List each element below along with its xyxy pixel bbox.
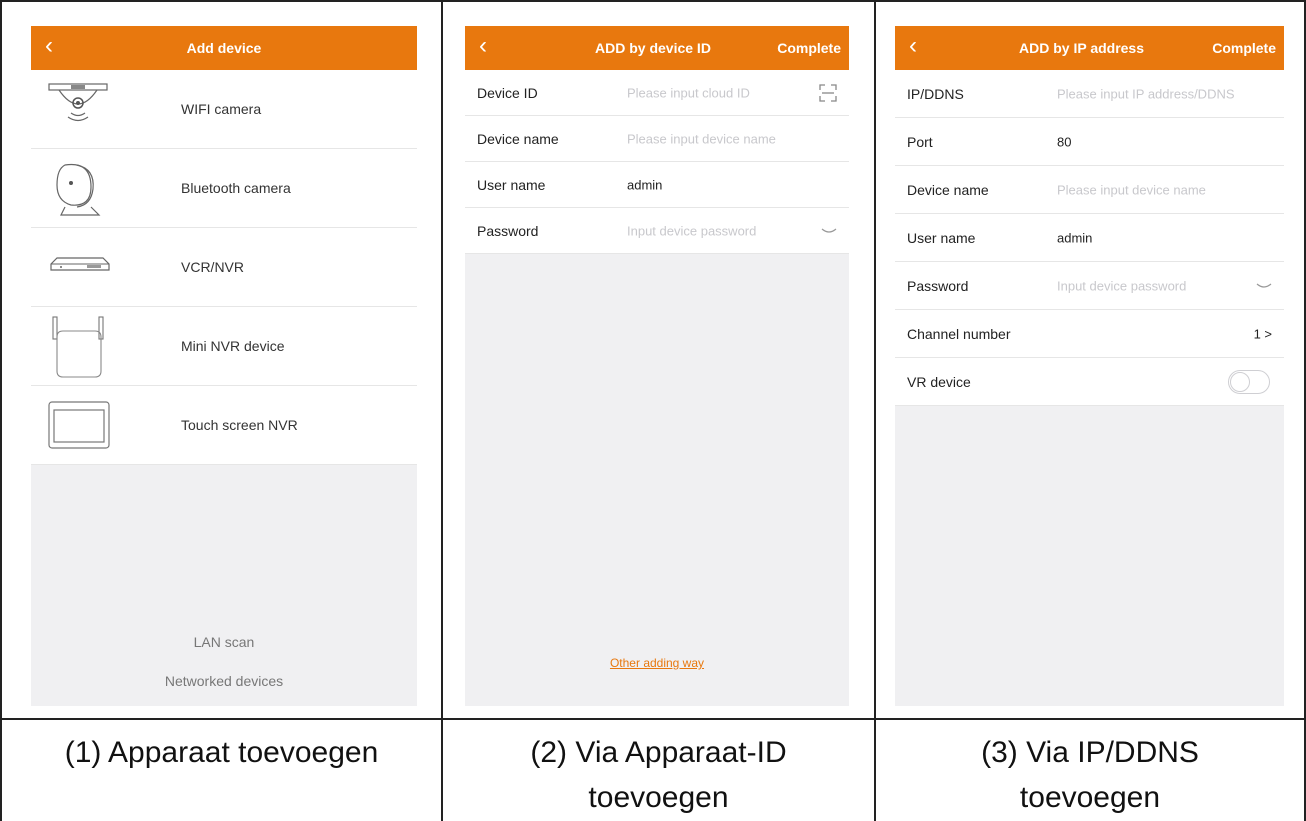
device-name-row[interactable]: Device name Please input device name — [465, 116, 849, 162]
channel-number-value: 1 > — [1253, 326, 1272, 341]
field-label: Channel number — [907, 325, 1011, 342]
field-label: Password — [907, 277, 969, 294]
eye-closed-icon[interactable] — [1256, 281, 1272, 291]
password-row[interactable]: Password Input device password — [895, 262, 1284, 310]
wifi-camera-icon — [48, 83, 108, 122]
device-name-input[interactable]: Please input device name — [627, 131, 776, 146]
nvr-recorder-icon — [50, 257, 110, 271]
add-by-ip-screen: ‹ ADD by IP address Complete IP/DDNS Ple… — [895, 26, 1284, 706]
caption-text: (3) Via IP/DDNS — [981, 736, 1199, 769]
ip-ddns-row[interactable]: IP/DDNS Please input IP address/DDNS — [895, 70, 1284, 118]
mini-nvr-icon — [52, 316, 104, 378]
device-id-row[interactable]: Device ID Please input cloud ID — [465, 70, 849, 116]
caption-text: toevoegen — [588, 781, 729, 814]
field-label: IP/DDNS — [907, 85, 964, 102]
device-type-label: Bluetooth camera — [181, 180, 291, 196]
device-name-row[interactable]: Device name Please input device name — [895, 166, 1284, 214]
port-row[interactable]: Port 80 — [895, 118, 1284, 166]
field-label: VR device — [907, 373, 971, 390]
bluetooth-camera-icon — [56, 163, 101, 216]
qr-scan-icon[interactable] — [819, 84, 837, 102]
caption-1: (1) Apparaat toevoegen — [2, 730, 441, 775]
caption-divider — [0, 718, 1306, 720]
complete-button[interactable]: Complete — [777, 40, 841, 56]
device-type-mini-nvr[interactable]: Mini NVR device — [31, 307, 417, 386]
device-name-input[interactable]: Please input device name — [1057, 182, 1206, 197]
device-type-wifi-camera[interactable]: WIFI camera — [31, 70, 417, 149]
networked-devices-link[interactable]: Networked devices — [31, 673, 417, 689]
page-title: Add device — [186, 40, 262, 56]
ip-ddns-input[interactable]: Please input IP address/DDNS — [1057, 86, 1235, 101]
device-type-vcr-nvr[interactable]: VCR/NVR — [31, 228, 417, 307]
other-adding-way-link[interactable]: Other adding way — [465, 656, 849, 670]
divider-2 — [874, 0, 876, 821]
device-type-touch-screen-nvr[interactable]: Touch screen NVR — [31, 386, 417, 465]
field-label: Device name — [477, 130, 559, 147]
divider-1 — [441, 0, 443, 821]
page-title: ADD by IP address — [1019, 40, 1145, 56]
field-label: User name — [477, 176, 546, 193]
port-input[interactable]: 80 — [1057, 134, 1071, 149]
add-by-device-id-screen: ‹ ADD by device ID Complete Device ID Pl… — [465, 26, 849, 706]
caption-2: (2) Via Apparaat-ID toevoegen — [443, 730, 874, 820]
back-icon[interactable]: ‹ — [479, 34, 487, 58]
field-label: Password — [477, 222, 539, 239]
caption-3: (3) Via IP/DDNS toevoegen — [876, 730, 1304, 820]
device-type-label: Touch screen NVR — [181, 417, 298, 433]
user-name-row[interactable]: User name admin — [895, 214, 1284, 262]
user-name-input[interactable]: admin — [627, 177, 662, 192]
device-type-label: Mini NVR device — [181, 338, 285, 354]
device-id-form: Device ID Please input cloud ID Device n… — [465, 70, 849, 254]
password-row[interactable]: Password Input device password — [465, 208, 849, 254]
complete-button[interactable]: Complete — [1212, 40, 1276, 56]
page-title: ADD by device ID — [595, 40, 711, 56]
field-label: Port — [907, 133, 933, 150]
nav-bar: ‹ Add device — [31, 26, 417, 70]
add-device-screen: ‹ Add device WIFI camera Bluetooth camer… — [31, 26, 417, 706]
eye-closed-icon[interactable] — [821, 226, 837, 236]
user-name-row[interactable]: User name admin — [465, 162, 849, 208]
device-id-input[interactable]: Please input cloud ID — [627, 85, 750, 100]
device-type-list: WIFI camera Bluetooth camera VCR/NVR Min… — [31, 70, 417, 465]
password-input[interactable]: Input device password — [627, 223, 756, 238]
nav-bar: ‹ ADD by device ID Complete — [465, 26, 849, 70]
user-name-input[interactable]: admin — [1057, 230, 1092, 245]
caption-text: (2) Via Apparaat-ID — [530, 736, 787, 769]
field-label: Device name — [907, 181, 989, 198]
device-type-label: VCR/NVR — [181, 259, 245, 275]
channel-number-row[interactable]: Channel number 1 > — [895, 310, 1284, 358]
lan-scan-link[interactable]: LAN scan — [31, 634, 417, 650]
vr-device-toggle[interactable] — [1228, 369, 1270, 394]
toggle-knob — [1230, 371, 1250, 392]
caption-text: toevoegen — [1019, 781, 1161, 814]
layout-grid: ‹ Add device WIFI camera Bluetooth camer… — [0, 0, 1306, 821]
back-icon[interactable]: ‹ — [909, 34, 917, 58]
field-label: Device ID — [477, 84, 538, 101]
caption-text: (1) Apparaat toevoegen — [64, 736, 379, 769]
password-input[interactable]: Input device password — [1057, 278, 1186, 293]
nav-bar: ‹ ADD by IP address Complete — [895, 26, 1284, 70]
field-label: User name — [907, 229, 976, 246]
ip-form: IP/DDNS Please input IP address/DDNS Por… — [895, 70, 1284, 406]
vr-device-row: VR device — [895, 358, 1284, 406]
device-type-bluetooth-camera[interactable]: Bluetooth camera — [31, 149, 417, 228]
touch-screen-nvr-icon — [48, 401, 110, 449]
device-type-label: WIFI camera — [181, 101, 262, 117]
